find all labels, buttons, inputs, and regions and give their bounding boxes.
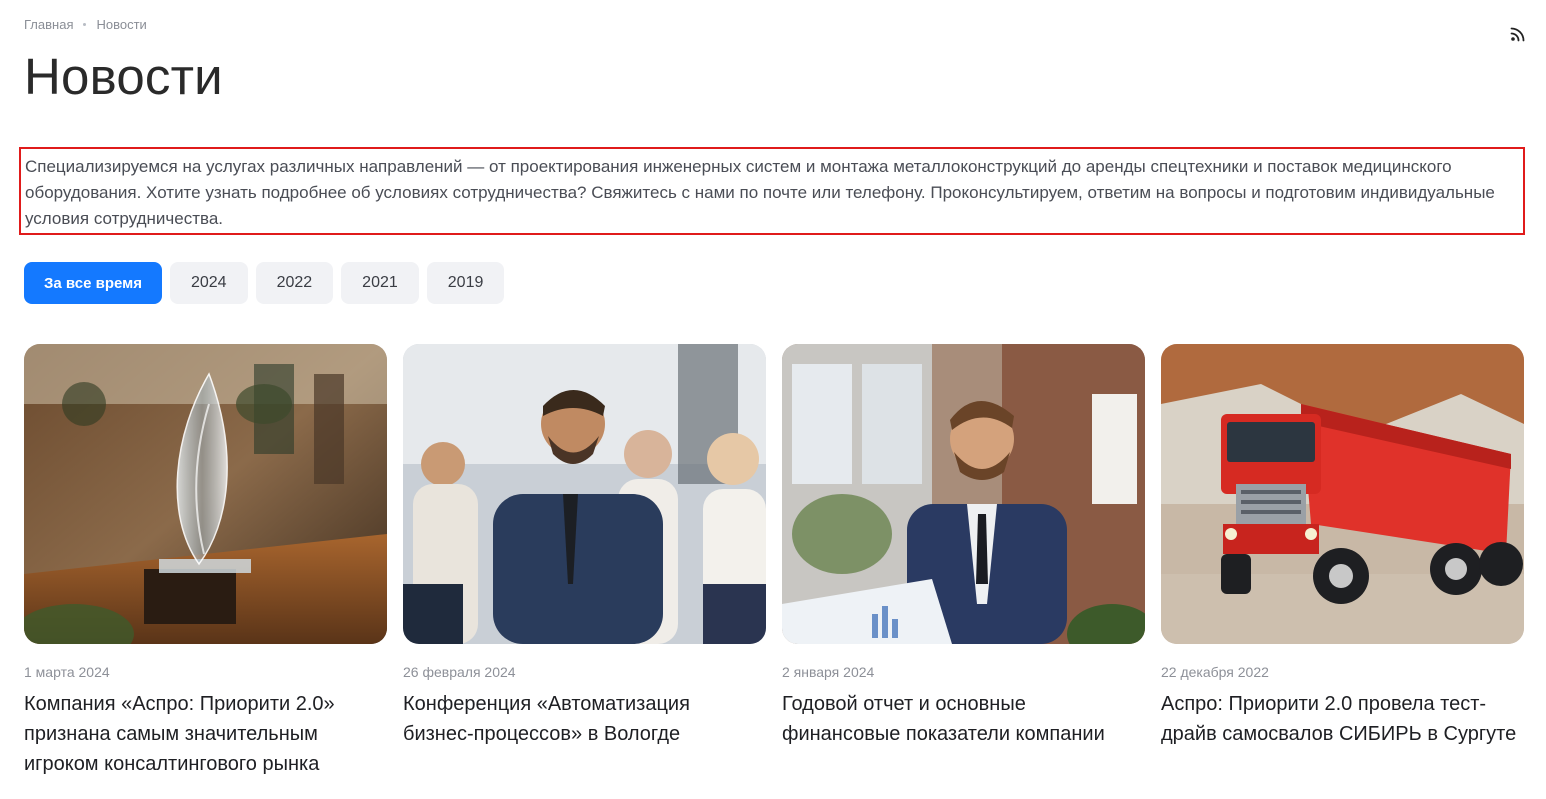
- filter-2022[interactable]: 2022: [255, 262, 334, 304]
- filter-all-time[interactable]: За все время: [24, 262, 162, 304]
- red-dump-truck-photo[interactable]: [1161, 344, 1524, 644]
- page-title: Новости: [24, 48, 223, 105]
- news-card[interactable]: 22 декабря 2022 Аспро: Приорити 2.0 пров…: [1161, 344, 1524, 779]
- breadcrumb-current: Новости: [96, 17, 147, 32]
- intro-text: Специализируемся на услугах различных на…: [19, 147, 1525, 235]
- businessman-report-photo[interactable]: [782, 344, 1145, 644]
- news-date: 26 февраля 2024: [403, 664, 516, 680]
- breadcrumb-separator: [83, 23, 87, 26]
- news-date: 1 марта 2024: [24, 664, 110, 680]
- news-card[interactable]: 26 февраля 2024 Конференция «Автоматизац…: [403, 344, 766, 779]
- news-date: 22 декабря 2022: [1161, 664, 1269, 680]
- breadcrumb: Главная Новости: [24, 17, 147, 32]
- news-card[interactable]: 2 января 2024 Годовой отчет и основные ф…: [782, 344, 1145, 779]
- year-filter-tabs: За все время 2024 2022 2021 2019: [24, 262, 505, 304]
- news-card[interactable]: 1 марта 2024 Компания «Аспро: Приорити 2…: [24, 344, 387, 779]
- news-list: 1 марта 2024 Компания «Аспро: Приорити 2…: [24, 344, 1524, 779]
- filter-2024[interactable]: 2024: [169, 262, 248, 304]
- filter-2021[interactable]: 2021: [341, 262, 419, 304]
- news-title[interactable]: Аспро: Приорити 2.0 провела тест-драйв с…: [1161, 689, 1524, 749]
- filter-2019[interactable]: 2019: [426, 262, 505, 304]
- news-title[interactable]: Конференция «Автоматизация бизнес-процес…: [403, 689, 766, 749]
- news-title[interactable]: Компания «Аспро: Приорити 2.0» признана …: [24, 689, 387, 779]
- breadcrumb-home-link[interactable]: Главная: [24, 17, 73, 32]
- news-date: 2 января 2024: [782, 664, 875, 680]
- rss-icon[interactable]: [1510, 26, 1526, 42]
- news-title[interactable]: Годовой отчет и основные финансовые пока…: [782, 689, 1145, 749]
- conference-audience-photo[interactable]: [403, 344, 766, 644]
- glass-award-photo[interactable]: [24, 344, 387, 644]
